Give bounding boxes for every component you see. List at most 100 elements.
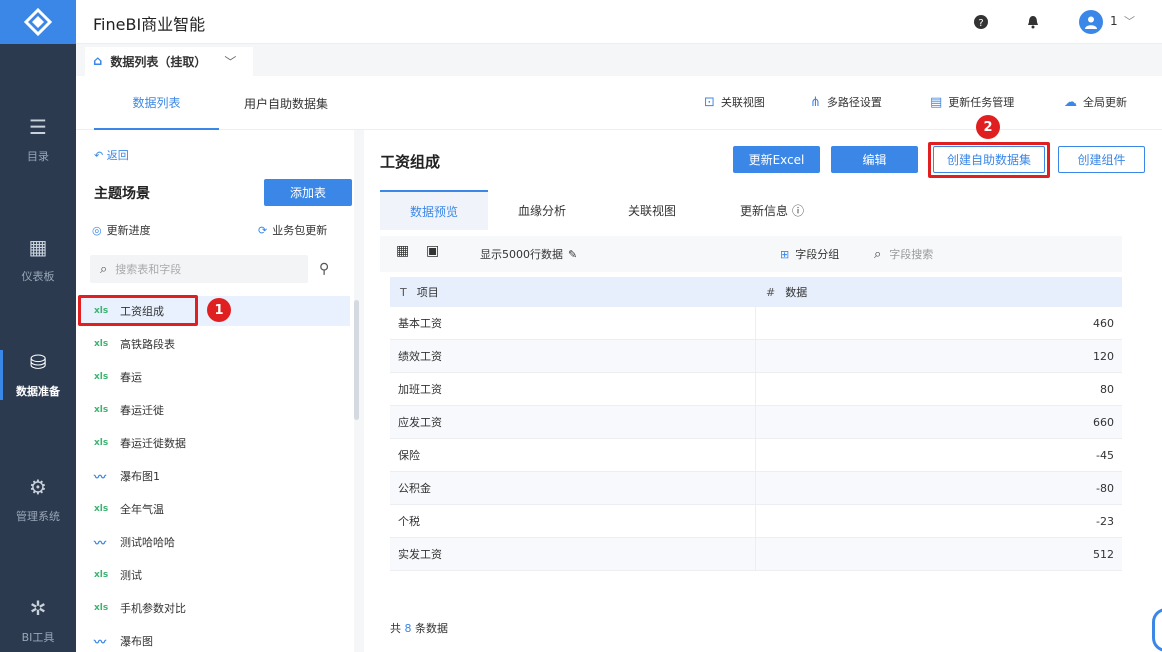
tab-label: 用户自助数据集 xyxy=(243,96,328,111)
cell-item: 保险 xyxy=(390,439,756,471)
add-table-button[interactable]: 添加表 xyxy=(264,179,352,206)
search-icon: ⌕ xyxy=(100,261,108,277)
dashboard-icon: ▦ xyxy=(28,235,48,259)
preview-toolbar: ▦ ▣ 显示5000行数据 ✎ ⊞ 字段分组 ⌕ 字段搜索 xyxy=(380,236,1122,272)
tab-data-list-view[interactable]: 数据列表 xyxy=(94,76,219,130)
line-chart-icon: 〰 xyxy=(94,634,107,649)
back-link[interactable]: ↶ 返回 xyxy=(94,147,129,163)
table-name: 手机参数对比 xyxy=(120,602,186,615)
filter-icon[interactable]: ⚲ xyxy=(319,261,329,277)
sidebar-item-catalog[interactable]: ☰ 目录 xyxy=(0,105,76,175)
gear-icon: ⚙ xyxy=(29,475,47,499)
list-item-table[interactable]: xls 测试 xyxy=(80,560,350,590)
app-title: FineBI商业智能 xyxy=(93,15,206,34)
sidebar-item-data-prep[interactable]: ⛁ 数据准备 xyxy=(0,340,76,410)
table-name: 瀑布图 xyxy=(120,635,153,648)
create-component-button[interactable]: 创建组件 xyxy=(1058,146,1145,173)
sidebar-item-bi-tools[interactable]: ✲ BI工具 xyxy=(0,586,76,652)
line-chart-icon: 〰 xyxy=(94,535,107,550)
list-item-table[interactable]: 〰测试哈哈哈 xyxy=(80,527,350,557)
update-task-button[interactable]: ▤ 更新任务管理 xyxy=(930,94,1014,110)
tab-label: 数据列表 xyxy=(132,95,181,110)
user-name[interactable]: 1 xyxy=(1110,14,1118,28)
column-header-value[interactable]: # 数据 xyxy=(756,277,1122,307)
table-name: 春运迁徙 xyxy=(120,404,164,417)
tool-label: 更新任务管理 xyxy=(948,96,1015,109)
tab-update-info[interactable]: 更新信息 ⓘ xyxy=(712,190,832,230)
list-item-table[interactable]: xls 春运 xyxy=(80,362,350,392)
sidebar-item-management[interactable]: ⚙ 管理系统 xyxy=(0,465,76,535)
cell-value: 512 xyxy=(1093,547,1114,561)
tab-relation-view[interactable]: 关联视图 xyxy=(602,190,702,230)
layout-icon[interactable]: ▣ xyxy=(426,243,439,259)
column-label: 数据 xyxy=(785,286,808,299)
field-group-label: 字段分组 xyxy=(795,248,840,261)
table-row: 基本工资 460 xyxy=(390,307,1122,340)
cell-value: -23 xyxy=(1096,514,1114,528)
list-item-table[interactable]: 〰瀑布图1 xyxy=(80,461,350,491)
sidebar-item-dashboard[interactable]: ▦ 仪表板 xyxy=(0,225,76,295)
floating-edge-handle[interactable] xyxy=(1152,608,1162,652)
cell-value: 660 xyxy=(1093,415,1114,429)
scrollbar[interactable] xyxy=(354,300,359,420)
list-item-table[interactable]: xls 春运迁徙 xyxy=(80,395,350,425)
table-row: 公积金 -80 xyxy=(390,472,1122,505)
tab-data-preview[interactable]: 数据预览 xyxy=(380,190,488,230)
table-row: 应发工资 660 xyxy=(390,406,1122,439)
update-progress-link[interactable]: ◎ 更新进度 xyxy=(92,222,151,238)
chevron-down-icon[interactable]: ﹀ xyxy=(224,53,236,70)
cell-item: 应发工资 xyxy=(390,406,756,438)
table-name: 春运 xyxy=(120,371,142,384)
list-item-table[interactable]: xls 全年气温 xyxy=(80,494,350,524)
list-item-table[interactable]: xls 高铁路段表 xyxy=(80,329,350,359)
table-search-input[interactable]: ⌕ 搜索表和字段 xyxy=(90,255,308,283)
excel-icon: xls xyxy=(94,570,109,580)
relation-view-button[interactable]: ⊡ 关联视图 xyxy=(704,94,765,110)
list-item-table[interactable]: 〰瀑布图 xyxy=(80,626,350,652)
table-row: 保险 -45 xyxy=(390,439,1122,472)
bell-icon[interactable] xyxy=(1023,12,1043,32)
list-item-table[interactable]: xls 春运迁徙数据 xyxy=(80,428,350,458)
list-item-table[interactable]: xls 手机参数对比 xyxy=(80,593,350,623)
progress-icon: ◎ xyxy=(92,223,102,237)
row-count: 共 8 条数据 xyxy=(390,620,448,636)
number-type-icon: # xyxy=(766,285,776,299)
global-update-button[interactable]: ☁ 全局更新 xyxy=(1064,94,1127,110)
sidebar-item-label: 管理系统 xyxy=(16,510,60,523)
row-limit-setting[interactable]: 显示5000行数据 ✎ xyxy=(480,246,577,262)
cell-value: 460 xyxy=(1093,316,1114,330)
chevron-down-icon[interactable]: ﹀ xyxy=(1124,13,1135,29)
info-icon[interactable]: ⓘ xyxy=(792,202,804,219)
cell-item: 实发工资 xyxy=(390,538,756,570)
cloud-icon: ☁ xyxy=(1064,94,1077,110)
table-name: 全年气温 xyxy=(120,503,164,516)
avatar[interactable] xyxy=(1079,10,1103,34)
tool-label: 全局更新 xyxy=(1083,96,1127,109)
sidebar-item-label: BI工具 xyxy=(21,631,55,644)
multipath-settings-button[interactable]: ⋔ 多路径设置 xyxy=(810,94,882,110)
package-update-link[interactable]: ⟳ 业务包更新 xyxy=(258,222,327,238)
search-icon: ⌕ xyxy=(874,246,882,262)
field-search-placeholder: 字段搜索 xyxy=(889,248,934,261)
excel-icon: xls xyxy=(94,438,109,448)
field-search-input[interactable]: ⌕ 字段搜索 xyxy=(874,246,933,262)
row-limit-label: 显示5000行数据 xyxy=(480,248,563,261)
search-placeholder: 搜索表和字段 xyxy=(115,263,182,276)
table-name: 测试 xyxy=(120,569,142,582)
help-icon[interactable]: ? xyxy=(971,12,991,32)
cell-value: 120 xyxy=(1093,349,1114,363)
database-icon: ⛁ xyxy=(29,350,47,374)
tab-self-service-dataset[interactable]: 用户自助数据集 xyxy=(236,76,336,130)
pencil-icon[interactable]: ✎ xyxy=(568,248,577,261)
table-detail-panel: 工资组成 更新Excel 编辑 创建自助数据集 创建组件 数据预览 血缘分析 关… xyxy=(364,130,1162,652)
tab-data-list[interactable]: ⌂ 数据列表（挂取） ﹀ xyxy=(85,47,253,76)
table-row: 加班工资 80 xyxy=(390,373,1122,406)
logo[interactable] xyxy=(0,0,76,44)
edit-button[interactable]: 编辑 xyxy=(831,146,918,173)
column-header-item[interactable]: T 项目 xyxy=(390,277,756,307)
refresh-icon: ⟳ xyxy=(258,223,268,237)
tab-lineage[interactable]: 血缘分析 xyxy=(492,190,592,230)
grid-view-icon[interactable]: ▦ xyxy=(396,243,409,259)
field-group-button[interactable]: ⊞ 字段分组 xyxy=(780,246,839,262)
update-excel-button[interactable]: 更新Excel xyxy=(733,146,820,173)
